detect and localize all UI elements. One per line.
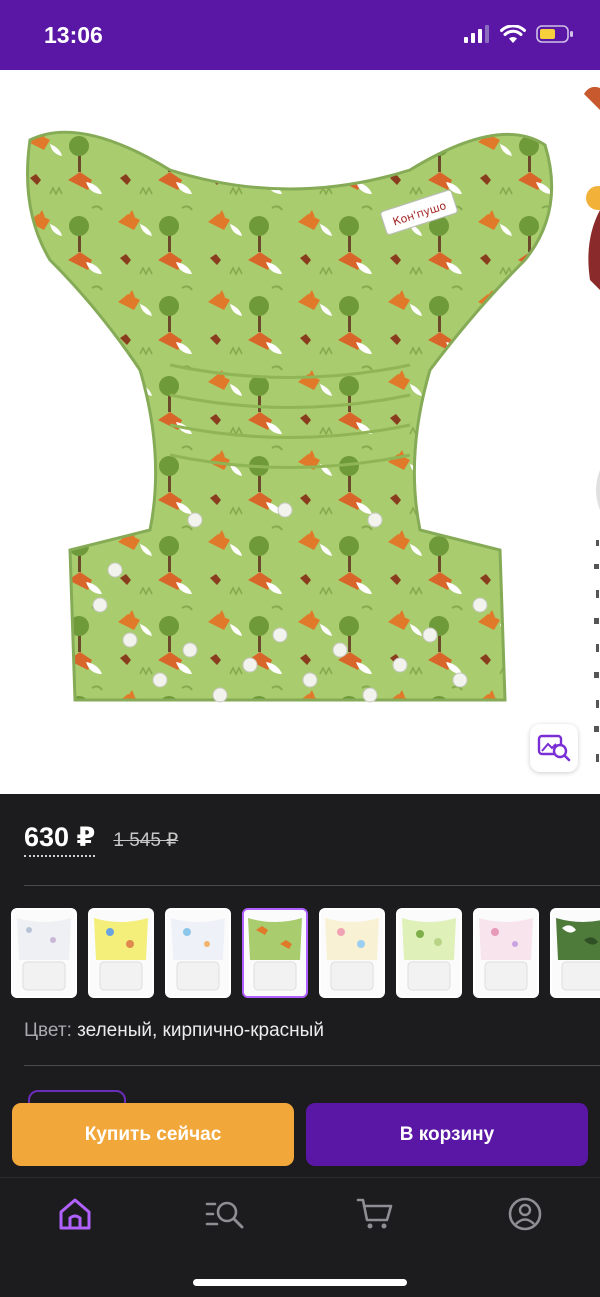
visual-search-button[interactable] bbox=[530, 724, 578, 772]
variant-swatch-green-foxes[interactable] bbox=[242, 908, 308, 998]
price-old: 1 545 ₽ bbox=[113, 830, 179, 851]
color-info: Цвет: зеленый, кирпично-красный bbox=[24, 1020, 324, 1042]
back-button[interactable] bbox=[20, 92, 54, 136]
signal-icon bbox=[464, 25, 489, 43]
variant-swatch-yellow[interactable] bbox=[88, 908, 154, 998]
variant-swatches bbox=[11, 908, 600, 1000]
divider bbox=[24, 885, 600, 886]
divider bbox=[24, 1065, 600, 1066]
back-chevron-icon bbox=[28, 97, 47, 131]
status-icons bbox=[464, 24, 574, 44]
home-icon bbox=[59, 1198, 91, 1230]
cart-icon bbox=[356, 1198, 393, 1229]
product-gallery[interactable]: Кон'пушо bbox=[0, 70, 600, 794]
share-icon bbox=[551, 95, 577, 131]
status-time: 13:06 bbox=[44, 22, 103, 48]
wifi-icon bbox=[500, 24, 526, 43]
share-button[interactable] bbox=[544, 90, 584, 136]
status-bar: 13:06 bbox=[0, 0, 600, 70]
tab-home[interactable] bbox=[55, 1194, 95, 1234]
variant-swatch-light-green[interactable] bbox=[396, 908, 462, 998]
color-value: зеленый, кирпично-красный bbox=[77, 1020, 324, 1041]
buy-now-button[interactable]: Купить сейчас bbox=[12, 1103, 294, 1166]
visual-search-icon bbox=[537, 734, 571, 762]
variant-swatch-pink[interactable] bbox=[473, 908, 539, 998]
price-current[interactable]: 630 ₽ bbox=[24, 822, 96, 857]
tab-profile[interactable] bbox=[505, 1194, 545, 1234]
variant-swatch-light-blue[interactable] bbox=[165, 908, 231, 998]
add-to-cart-button[interactable]: В корзину bbox=[306, 1103, 588, 1166]
favorite-button[interactable] bbox=[470, 92, 514, 136]
heart-icon bbox=[474, 98, 510, 130]
variant-swatch-green-camo[interactable] bbox=[550, 908, 600, 998]
tab-catalog[interactable] bbox=[205, 1194, 245, 1234]
next-photo-peek[interactable] bbox=[580, 70, 600, 794]
variant-swatch-cream[interactable] bbox=[319, 908, 385, 998]
price-row: 630 ₽ 1 545 ₽ bbox=[24, 822, 178, 862]
color-label: Цвет: bbox=[24, 1020, 72, 1041]
product-photo: Кон'пушо bbox=[26, 130, 554, 703]
profile-icon bbox=[508, 1197, 542, 1231]
tab-cart[interactable] bbox=[355, 1194, 395, 1234]
variant-swatch-white[interactable] bbox=[11, 908, 77, 998]
catalog-search-icon bbox=[205, 1201, 244, 1229]
home-indicator bbox=[193, 1279, 407, 1286]
battery-icon bbox=[536, 25, 573, 43]
